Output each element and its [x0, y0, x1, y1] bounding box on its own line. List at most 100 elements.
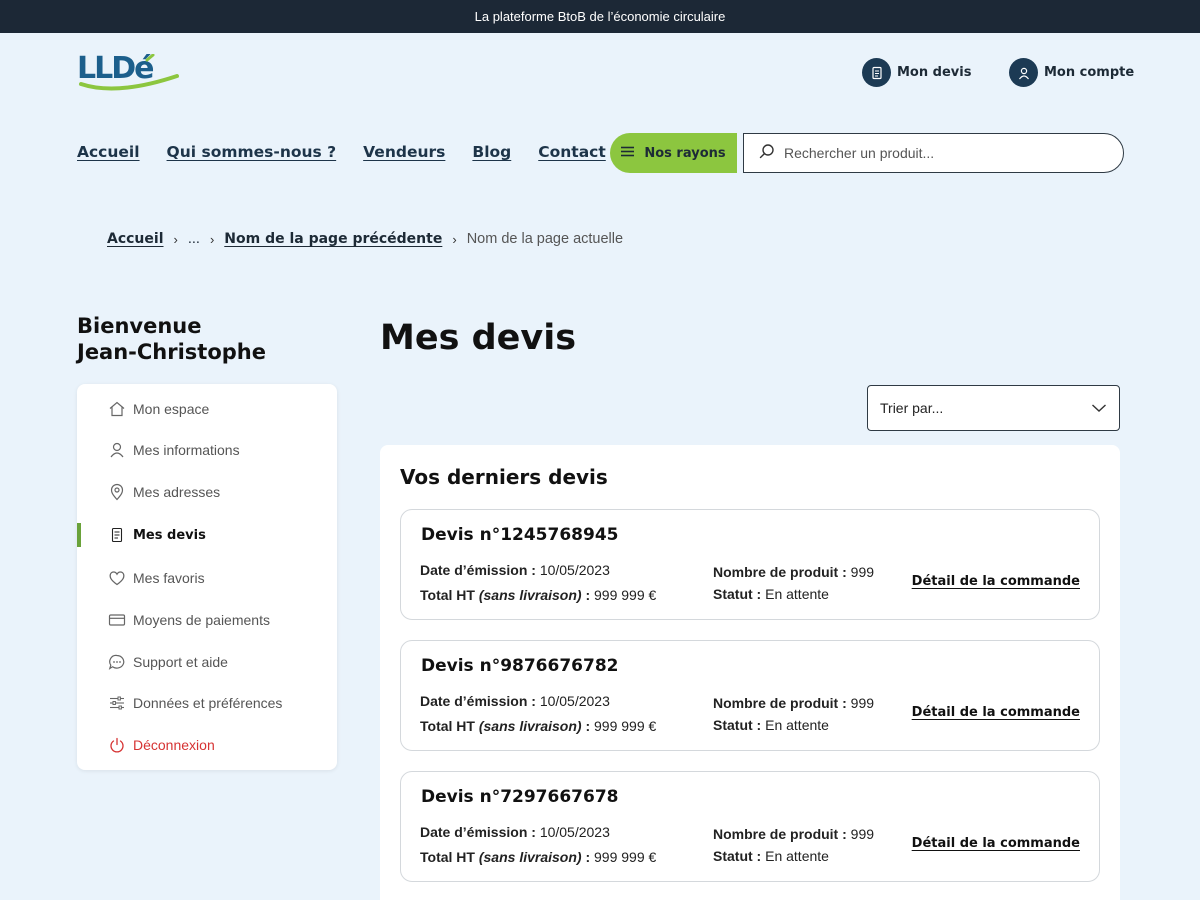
sidebar-item-mes-adresses[interactable]: Mes adresses: [77, 476, 337, 508]
quote-date-row: Date d’émission : 10/05/2023: [420, 693, 610, 709]
panel-title: Vos derniers devis: [400, 465, 608, 489]
sidebar-item-deconnexion[interactable]: Déconnexion: [77, 729, 337, 761]
quote-title: Devis n°1245768945: [421, 525, 619, 545]
mon-compte-button[interactable]: Mon compte: [1009, 58, 1134, 87]
quote-total-row: Total HT (sans livraison) : 999 999 €: [420, 849, 656, 865]
quote-total-label: Total HT: [420, 587, 475, 603]
quote-date-value: 10/05/2023: [539, 824, 610, 840]
quote-status-label: Statut :: [713, 848, 762, 864]
quote-date-label: Date d’émission :: [420, 693, 536, 709]
quote-date-label: Date d’émission :: [420, 562, 536, 578]
sliders-icon: [108, 694, 126, 712]
quote-total-note: (sans livraison): [478, 587, 582, 603]
breadcrumb-ellipsis[interactable]: ...: [188, 231, 200, 247]
quote-total-row: Total HT (sans livraison) : 999 999 €: [420, 587, 656, 603]
order-detail-link[interactable]: Détail de la commande: [912, 574, 1080, 589]
quote-total-note: (sans livraison): [478, 849, 582, 865]
nos-rayons-button[interactable]: Nos rayons: [610, 133, 737, 173]
quote-status-value: En attente: [765, 717, 829, 733]
quote-status-label: Statut :: [713, 586, 762, 602]
quote-count-value: 999: [850, 564, 875, 580]
chevron-right-icon: ›: [209, 231, 215, 247]
sidebar-item-label: Moyens de paiements: [133, 612, 270, 628]
quote-total-value: 999 999 €: [594, 718, 657, 734]
search-bar: [743, 133, 1124, 173]
breadcrumb-previous[interactable]: Nom de la page précédente: [224, 231, 442, 247]
chevron-right-icon: ›: [452, 231, 457, 247]
quote-status-value: En attente: [765, 586, 829, 602]
quote-title: Devis n°9876676782: [421, 656, 619, 676]
page-title: Mes devis: [380, 318, 577, 358]
sidebar-item-label: Mes informations: [133, 442, 240, 458]
document-icon: [862, 58, 891, 87]
quote-total-label: Total HT: [420, 849, 475, 865]
user-icon: [1009, 58, 1038, 87]
sidebar-item-donnees-et-preferences[interactable]: Données et préférences: [77, 687, 337, 719]
menu-icon: [621, 146, 635, 161]
order-detail-link[interactable]: Détail de la commande: [912, 836, 1080, 851]
breadcrumb-home[interactable]: Accueil: [107, 231, 164, 247]
quote-total-value: 999 999 €: [594, 587, 657, 603]
top-banner: La plateforme BtoB de l’économie circula…: [0, 0, 1200, 33]
quote-count-label: Nombre de produit :: [713, 695, 847, 711]
chevron-down-icon: [1091, 400, 1107, 416]
quote-count-row: Nombre de produit : 999: [713, 564, 874, 580]
breadcrumb: Accueil › ... › Nom de la page précédent…: [107, 231, 623, 247]
quote-total-colon: :: [585, 849, 591, 865]
quote-count-row: Nombre de produit : 999: [713, 826, 874, 842]
sidebar-item-label: Données et préférences: [133, 695, 283, 711]
sidebar-item-mes-informations[interactable]: Mes informations: [77, 434, 337, 466]
quote-status-row: Statut : En attente: [713, 717, 829, 733]
mon-devis-button[interactable]: Mon devis: [862, 58, 971, 87]
top-banner-text: La plateforme BtoB de l’économie circula…: [474, 9, 726, 24]
welcome-name: Jean-Christophe: [77, 340, 266, 364]
quote-status-row: Statut : En attente: [713, 586, 829, 602]
mon-devis-label: Mon devis: [897, 65, 972, 80]
sidebar-item-mes-favoris[interactable]: Mes favoris: [77, 562, 337, 594]
sidebar-item-label: Mes favoris: [133, 570, 205, 586]
sidebar-item-moyens-de-paiements[interactable]: Moyens de paiements: [77, 604, 337, 636]
account-sidebar: Mon espace Mes informations Mes adresses…: [77, 384, 337, 770]
home-icon: [108, 400, 126, 418]
quote-count-value: 999: [850, 695, 875, 711]
search-icon: [759, 143, 775, 164]
chat-icon: [108, 653, 126, 671]
quote-status-label: Statut :: [713, 717, 762, 733]
quote-date-label: Date d’émission :: [420, 824, 536, 840]
active-indicator: [77, 523, 81, 547]
nav-vendeurs[interactable]: Vendeurs: [363, 143, 445, 161]
quote-total-row: Total HT (sans livraison) : 999 999 €: [420, 718, 656, 734]
nav-blog[interactable]: Blog: [472, 143, 511, 161]
nav-accueil[interactable]: Accueil: [77, 143, 140, 161]
main-nav: Accueil Qui sommes-nous ? Vendeurs Blog …: [77, 143, 606, 161]
quote-date-value: 10/05/2023: [539, 562, 610, 578]
sort-select-value: Trier par...: [880, 400, 944, 416]
sidebar-item-mes-devis[interactable]: Mes devis: [77, 519, 337, 551]
quote-total-value: 999 999 €: [594, 849, 657, 865]
mon-compte-label: Mon compte: [1044, 65, 1135, 80]
nav-qui-sommes-nous[interactable]: Qui sommes-nous ?: [167, 143, 337, 161]
map-pin-icon: [108, 483, 126, 501]
sidebar-item-support-et-aide[interactable]: Support et aide: [77, 646, 337, 678]
sidebar-item-mon-espace[interactable]: Mon espace: [77, 393, 337, 425]
quote-count-value: 999: [850, 826, 875, 842]
user-icon: [108, 441, 126, 459]
order-detail-link[interactable]: Détail de la commande: [912, 705, 1080, 720]
quote-count-label: Nombre de produit :: [713, 564, 847, 580]
svg-text:LLDé: LLDé: [77, 54, 153, 86]
nos-rayons-label: Nos rayons: [644, 145, 726, 161]
breadcrumb-current: Nom de la page actuelle: [466, 231, 624, 247]
search-input[interactable]: [784, 145, 1104, 161]
sort-select[interactable]: Trier par...: [867, 385, 1120, 431]
document-icon: [108, 526, 126, 544]
quote-status-row: Statut : En attente: [713, 848, 829, 864]
quote-card: Devis n°9876676782 Date d’émission : 10/…: [400, 640, 1100, 751]
sidebar-item-label: Support et aide: [133, 654, 228, 670]
welcome-heading: Bienvenue Jean-Christophe: [77, 313, 266, 365]
welcome-line1: Bienvenue: [77, 314, 202, 338]
logo[interactable]: LLDé: [77, 51, 181, 92]
quote-count-row: Nombre de produit : 999: [713, 695, 874, 711]
credit-card-icon: [108, 611, 126, 629]
nav-contact[interactable]: Contact: [538, 143, 606, 161]
power-icon: [108, 736, 126, 754]
